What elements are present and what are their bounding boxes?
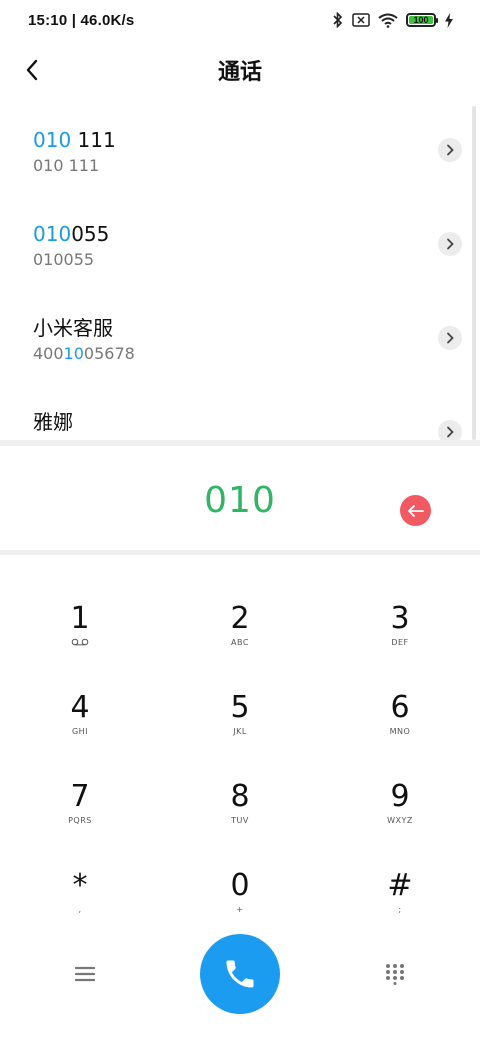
key-digit: 3: [390, 601, 410, 636]
key-6[interactable]: 6 MNO: [320, 675, 480, 764]
result-name: 010 111: [33, 126, 480, 154]
key-letters: PQRS: [68, 816, 92, 825]
key-letters: WXYZ: [387, 816, 413, 825]
result-number-match: 10: [63, 344, 84, 363]
dialed-number: 010: [204, 479, 276, 521]
dialpad-toggle-button[interactable]: [375, 954, 415, 994]
result-name-rest: 055: [71, 222, 110, 246]
backspace-button[interactable]: [400, 495, 431, 526]
battery-level: 100: [409, 15, 433, 24]
search-results-list: 010 111 010 111 010055 010055 小米客服 40010…: [0, 100, 480, 440]
key-digit: 4: [70, 690, 90, 725]
list-scrollbar[interactable]: [472, 106, 476, 440]
keypad-row: 1 2 ABC 3 DEF: [0, 586, 480, 675]
dialpad-icon: [386, 964, 404, 985]
result-name-rest: 小米客服: [33, 316, 113, 340]
result-name: 雅娜: [33, 408, 480, 436]
bluetooth-icon: [332, 12, 344, 28]
key-letters: MNO: [389, 727, 411, 736]
chevron-right-icon: [447, 238, 454, 250]
key-hash[interactable]: # ;: [320, 853, 480, 942]
key-digit: 5: [230, 690, 250, 725]
wifi-icon: [378, 13, 398, 28]
result-number: 010 111: [33, 155, 480, 177]
backspace-icon: [407, 504, 424, 517]
result-name: 小米客服: [33, 314, 480, 342]
key-digit: 6: [390, 690, 410, 725]
key-letters: GHI: [71, 727, 89, 736]
result-name-match: 010: [33, 222, 72, 246]
keypad-row: 7 PQRS 8 TUV 9 WXYZ: [0, 764, 480, 853]
list-item[interactable]: 010 111 010 111: [0, 100, 480, 194]
status-time-speed: 15:10 | 46.0K/s: [28, 11, 135, 29]
result-name-rest: 雅娜: [33, 410, 73, 434]
back-arrow-icon: [26, 59, 38, 81]
key-digit: 0: [230, 868, 250, 903]
status-icons: 100: [332, 12, 454, 28]
key-letters: DEF: [391, 638, 409, 647]
header: 通话: [0, 42, 480, 98]
keypad-row: * , 0 + # ;: [0, 853, 480, 942]
key-2[interactable]: 2 ABC: [160, 586, 320, 675]
key-8[interactable]: 8 TUV: [160, 764, 320, 853]
key-digit: 8: [230, 779, 250, 814]
key-letters: ,: [78, 905, 82, 914]
list-item[interactable]: 010055 010055: [0, 194, 480, 288]
status-bar: 15:10 | 46.0K/s 100: [0, 0, 480, 40]
key-1[interactable]: 1: [0, 586, 160, 675]
result-number-pre: 400: [33, 344, 64, 363]
chevron-right-icon: [447, 426, 454, 438]
chevron-right-icon: [447, 144, 454, 156]
key-letters: TUV: [231, 816, 249, 825]
key-5[interactable]: 5 JKL: [160, 675, 320, 764]
key-digit: 2: [230, 601, 250, 636]
result-number-post: 05678: [83, 344, 135, 363]
key-letters: ABC: [231, 638, 249, 647]
key-4[interactable]: 4 GHI: [0, 675, 160, 764]
key-letters: JKL: [233, 727, 247, 736]
details-button[interactable]: [438, 420, 462, 440]
details-button[interactable]: [438, 138, 462, 162]
result-number: 010055: [33, 249, 480, 271]
result-name: 010055: [33, 220, 480, 248]
result-number: 4001005678: [33, 343, 480, 365]
key-digit: 9: [390, 779, 410, 814]
list-item[interactable]: 小米客服 4001005678: [0, 288, 480, 382]
key-7[interactable]: 7 PQRS: [0, 764, 160, 853]
result-name-match: 010: [33, 128, 72, 152]
details-button[interactable]: [438, 232, 462, 256]
battery-indicator: 100: [406, 13, 438, 27]
key-letters: +: [236, 905, 244, 914]
page-title: 通话: [217, 60, 262, 85]
voicemail-icon: [71, 638, 89, 648]
menu-icon: [75, 966, 95, 982]
result-number-post: 010055: [33, 250, 95, 269]
list-item[interactable]: 雅娜 184 0120 4685: [0, 382, 480, 440]
sim-icon: [352, 13, 370, 27]
bottom-bar: [0, 930, 480, 1020]
key-star[interactable]: * ,: [0, 853, 160, 942]
result-number-post: 010 111: [33, 156, 100, 175]
divider: [0, 550, 480, 555]
key-digit: 7: [70, 779, 90, 814]
details-button[interactable]: [438, 326, 462, 350]
divider: [0, 440, 480, 446]
key-letters: ;: [398, 905, 402, 914]
call-button[interactable]: [200, 934, 280, 1014]
result-name-rest: 111: [71, 128, 116, 152]
key-digit: #: [387, 868, 413, 903]
key-0[interactable]: 0 +: [160, 853, 320, 942]
key-digit: *: [72, 868, 88, 903]
key-3[interactable]: 3 DEF: [320, 586, 480, 675]
menu-button[interactable]: [65, 954, 105, 994]
charging-icon: [444, 12, 454, 28]
keypad-row: 4 GHI 5 JKL 6 MNO: [0, 675, 480, 764]
dial-display: 010: [0, 452, 480, 548]
chevron-right-icon: [447, 332, 454, 344]
phone-icon: [226, 960, 254, 988]
dial-keypad: 1 2 ABC 3 DEF 4 GHI 5 JKL 6 MNO 7 PQRS 8…: [0, 586, 480, 942]
back-button[interactable]: [12, 50, 52, 90]
key-9[interactable]: 9 WXYZ: [320, 764, 480, 853]
key-digit: 1: [70, 601, 90, 636]
